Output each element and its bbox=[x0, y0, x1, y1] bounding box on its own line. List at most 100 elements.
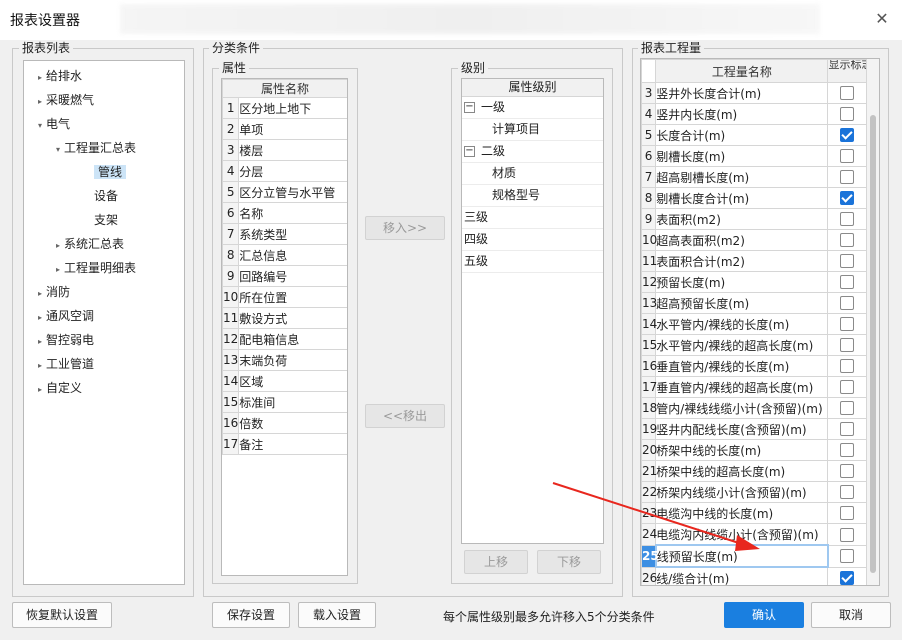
attribute-row[interactable]: 3 楼层 bbox=[222, 139, 347, 161]
move-up-button[interactable]: 上移 bbox=[464, 550, 528, 574]
attribute-row[interactable]: 14 区域 bbox=[222, 370, 347, 392]
expand-down-icon[interactable]: ▾ bbox=[34, 115, 46, 137]
level-item[interactable]: 三级 bbox=[462, 207, 603, 229]
show-flag-checkbox[interactable] bbox=[840, 86, 855, 101]
move-in-button[interactable]: 移入>> bbox=[365, 216, 445, 240]
quantity-row[interactable]: 19 竖井内配线长度(含预留)(m) bbox=[641, 418, 867, 440]
attribute-row[interactable]: 2 单项 bbox=[222, 118, 347, 140]
show-flag-checkbox[interactable] bbox=[840, 149, 855, 164]
expand-right-icon[interactable]: ▸ bbox=[52, 259, 64, 281]
level-item[interactable]: − 二级 bbox=[462, 141, 603, 163]
attribute-row[interactable]: 10 所在位置 bbox=[222, 286, 347, 308]
expand-down-icon[interactable]: ▾ bbox=[52, 139, 64, 161]
quantity-row[interactable]: 3 竖井外长度合计(m) bbox=[641, 82, 867, 104]
show-flag-checkbox[interactable] bbox=[840, 571, 855, 585]
show-flag-checkbox[interactable] bbox=[840, 233, 855, 248]
quantity-row[interactable]: 12 预留长度(m) bbox=[641, 271, 867, 293]
quantity-row[interactable]: 26 线/缆合计(m) bbox=[641, 566, 867, 585]
quantity-row[interactable]: 9 表面积(m2) bbox=[641, 208, 867, 230]
show-flag-checkbox[interactable] bbox=[840, 401, 855, 416]
attribute-row[interactable]: 13 末端负荷 bbox=[222, 349, 347, 371]
tree-item[interactable]: ▸ 系统汇总表 bbox=[52, 233, 124, 255]
tree-item[interactable]: ▸ 自定义 bbox=[34, 377, 82, 399]
quantity-row[interactable]: 8 剔槽长度合计(m) bbox=[641, 187, 867, 209]
show-flag-checkbox[interactable] bbox=[840, 527, 855, 542]
level-item[interactable]: 五级 bbox=[462, 251, 603, 273]
load-settings-button[interactable]: 载入设置 bbox=[298, 602, 376, 628]
attribute-row[interactable]: 11 敷设方式 bbox=[222, 307, 347, 329]
close-icon[interactable]: ✕ bbox=[870, 8, 894, 32]
attribute-row[interactable]: 6 名称 bbox=[222, 202, 347, 224]
quantity-row[interactable]: 25 线预留长度(m) bbox=[641, 544, 867, 568]
collapse-icon[interactable]: − bbox=[464, 146, 475, 157]
cancel-button[interactable]: 取消 bbox=[811, 602, 891, 628]
attribute-row[interactable]: 9 回路编号 bbox=[222, 265, 347, 287]
tree-item[interactable]: ▸ 工业管道 bbox=[34, 353, 94, 375]
attribute-row[interactable]: 17 备注 bbox=[222, 433, 347, 455]
show-flag-checkbox[interactable] bbox=[840, 464, 855, 479]
attribute-row[interactable]: 15 标准间 bbox=[222, 391, 347, 413]
tree-item[interactable]: ▸ 给排水 bbox=[34, 65, 82, 87]
attribute-row[interactable]: 7 系统类型 bbox=[222, 223, 347, 245]
quantity-row[interactable]: 5 长度合计(m) bbox=[641, 124, 867, 146]
tree-item[interactable]: 设备 bbox=[82, 185, 118, 207]
show-flag-checkbox[interactable] bbox=[840, 443, 855, 458]
quantity-row[interactable]: 18 管内/裸线线缆小计(含预留)(m) bbox=[641, 397, 867, 419]
quantity-row[interactable]: 4 竖井内长度(m) bbox=[641, 103, 867, 125]
show-flag-checkbox[interactable] bbox=[840, 359, 855, 374]
quantity-row[interactable]: 16 垂直管内/裸线的长度(m) bbox=[641, 355, 867, 377]
quantity-row[interactable]: 11 表面积合计(m2) bbox=[641, 250, 867, 272]
expand-right-icon[interactable]: ▸ bbox=[52, 235, 64, 257]
quantity-row[interactable]: 20 桥架中线的长度(m) bbox=[641, 439, 867, 461]
tree-item[interactable]: 支架 bbox=[82, 209, 118, 231]
show-flag-checkbox[interactable] bbox=[840, 275, 855, 290]
save-settings-button[interactable]: 保存设置 bbox=[212, 602, 290, 628]
quantity-row[interactable]: 21 桥架中线的超高长度(m) bbox=[641, 460, 867, 482]
attribute-row[interactable]: 8 汇总信息 bbox=[222, 244, 347, 266]
show-flag-checkbox[interactable] bbox=[840, 317, 855, 332]
expand-right-icon[interactable]: ▸ bbox=[34, 91, 46, 113]
expand-right-icon[interactable]: ▸ bbox=[34, 331, 46, 353]
restore-default-button[interactable]: 恢复默认设置 bbox=[12, 602, 112, 628]
quantity-row[interactable]: 22 桥架内线缆小计(含预留)(m) bbox=[641, 481, 867, 503]
level-item[interactable]: 四级 bbox=[462, 229, 603, 251]
quantity-row[interactable]: 17 垂直管内/裸线的超高长度(m) bbox=[641, 376, 867, 398]
quantity-row[interactable]: 24 电缆沟内线缆小计(含预留)(m) bbox=[641, 523, 867, 546]
level-item[interactable]: 材质 bbox=[462, 163, 603, 185]
tree-item[interactable]: ▸ 工程量明细表 bbox=[52, 257, 136, 279]
show-flag-checkbox[interactable] bbox=[840, 212, 855, 227]
expand-right-icon[interactable]: ▸ bbox=[34, 379, 46, 401]
tree-item[interactable]: ▸ 通风空调 bbox=[34, 305, 94, 327]
tree-item[interactable]: ▾ 工程量汇总表 bbox=[52, 137, 136, 159]
quantity-row[interactable]: 6 剔槽长度(m) bbox=[641, 145, 867, 167]
level-item[interactable]: 规格型号 bbox=[462, 185, 603, 207]
show-flag-checkbox[interactable] bbox=[840, 485, 855, 500]
expand-right-icon[interactable]: ▸ bbox=[34, 283, 46, 305]
move-out-button[interactable]: <<移出 bbox=[365, 404, 445, 428]
quantity-row[interactable]: 15 水平管内/裸线的超高长度(m) bbox=[641, 334, 867, 356]
quantity-row[interactable]: 13 超高预留长度(m) bbox=[641, 292, 867, 314]
show-flag-checkbox[interactable] bbox=[840, 380, 855, 395]
show-flag-checkbox[interactable] bbox=[840, 191, 855, 206]
ok-button[interactable]: 确认 bbox=[724, 602, 804, 628]
collapse-icon[interactable]: − bbox=[464, 102, 475, 113]
quantity-row[interactable]: 14 水平管内/裸线的长度(m) bbox=[641, 313, 867, 335]
tree-item[interactable]: ▸ 智控弱电 bbox=[34, 329, 94, 351]
show-flag-checkbox[interactable] bbox=[840, 338, 855, 353]
attribute-row[interactable]: 1 区分地上地下 bbox=[222, 97, 347, 119]
attribute-row[interactable]: 12 配电箱信息 bbox=[222, 328, 347, 350]
show-flag-checkbox[interactable] bbox=[840, 549, 855, 564]
attribute-row[interactable]: 16 倍数 bbox=[222, 412, 347, 434]
quantity-row[interactable]: 23 电缆沟中线的长度(m) bbox=[641, 502, 867, 524]
tree-item[interactable]: ▾ 电气 bbox=[34, 113, 70, 135]
show-flag-checkbox[interactable] bbox=[840, 422, 855, 437]
tree-item[interactable]: ▸ 消防 bbox=[34, 281, 70, 303]
show-flag-checkbox[interactable] bbox=[840, 254, 855, 269]
expand-right-icon[interactable]: ▸ bbox=[34, 307, 46, 329]
expand-right-icon[interactable]: ▸ bbox=[34, 67, 46, 89]
scrollbar-thumb[interactable] bbox=[870, 115, 876, 573]
show-flag-checkbox[interactable] bbox=[840, 170, 855, 185]
show-flag-checkbox[interactable] bbox=[840, 128, 855, 143]
show-flag-checkbox[interactable] bbox=[840, 506, 855, 521]
tree-item[interactable]: 管线 bbox=[82, 161, 127, 183]
